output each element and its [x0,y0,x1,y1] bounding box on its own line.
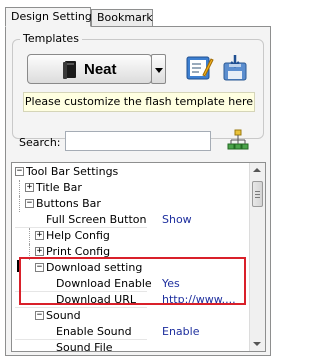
expand-icon[interactable]: + [25,183,34,192]
templates-group-title: Templates [20,32,82,45]
tree-row-label: Sound [46,309,81,322]
tree-row-label: Title Bar [36,181,82,194]
search-input[interactable] [65,131,211,151]
design-setting-panel: Templates Neat Please customize the flas… [5,26,271,356]
tree-row-value[interactable]: Show [162,212,248,228]
scroll-down-icon[interactable] [253,342,261,346]
tab-bookmark[interactable]: Bookmark [91,9,153,27]
settings-tree: − Tool Bar Settings + Title Bar − Button… [11,162,266,352]
highlight-box [19,257,246,305]
save-template-icon[interactable] [220,53,250,83]
search-label: Search: [19,136,61,149]
collapse-icon[interactable]: − [35,311,44,320]
tree-row-label: Tool Bar Settings [26,165,119,178]
tree-scrollbar[interactable] [249,163,265,351]
tree-row-label: Sound File [56,341,113,352]
templates-group: Templates Neat Please customize the flas… [12,32,264,139]
tree-row-sound[interactable]: − Sound [12,308,250,324]
tree-guide [29,228,30,244]
tree-row-tool-bar-settings[interactable]: − Tool Bar Settings [12,164,250,180]
tree-guide [19,180,20,196]
tree-row-label: Full Screen Button [46,213,147,226]
tree-row-label: Buttons Bar [36,197,101,210]
expand-icon[interactable]: + [35,231,44,240]
tab-design-setting[interactable]: Design Setting [5,7,92,27]
tree-row-full-screen-button[interactable]: Full Screen Button Show [12,212,250,228]
chevron-down-icon [155,68,163,73]
template-hint: Please customize the flash template here [23,92,255,112]
tree-row-sound-file[interactable]: Sound File [12,340,250,352]
tree-row-enable-sound[interactable]: Enable Sound Enable [12,324,250,340]
tree-row-label: Help Config [46,229,110,242]
tree-row-help-config[interactable]: + Help Config [12,228,250,244]
grip-line [255,197,260,198]
template-dropdown-button[interactable] [151,54,166,84]
edit-template-icon[interactable] [184,53,214,83]
book-icon [63,61,76,79]
collapse-icon[interactable]: − [15,167,24,176]
collapse-icon[interactable]: − [25,199,34,208]
expand-icon[interactable]: + [35,247,44,256]
scrollbar-thumb[interactable] [252,181,263,207]
tree-row-value[interactable]: Enable [162,324,248,340]
template-select-button[interactable]: Neat [27,54,152,84]
grip-line [255,191,260,192]
tree-row-title-bar[interactable]: + Title Bar [12,180,250,196]
template-name: Neat [84,61,117,78]
tree-row-label: Enable Sound [56,325,132,338]
search-tree-icon[interactable] [227,129,249,151]
tree-guide [19,196,20,212]
grip-line [255,194,260,195]
tree-row-buttons-bar[interactable]: − Buttons Bar [12,196,250,212]
scroll-up-icon[interactable] [253,168,261,172]
